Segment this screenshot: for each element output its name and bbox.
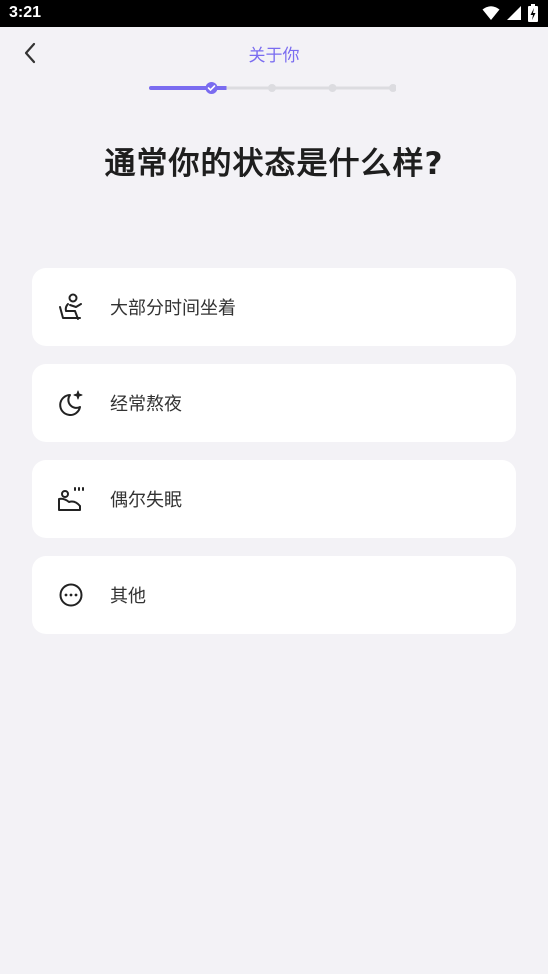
- moon-star-icon: [56, 388, 86, 418]
- step-progress: [148, 81, 396, 95]
- question-heading: 通常你的状态是什么样?: [104, 146, 444, 182]
- options-list: 大部分时间坐着 经常熬夜 偶尔失眠 其他: [32, 268, 516, 652]
- option-mostly-sitting[interactable]: 大部分时间坐着: [32, 268, 516, 346]
- option-label: 经常熬夜: [110, 394, 182, 415]
- page-title: 关于你: [248, 46, 300, 66]
- option-label: 其他: [110, 586, 146, 607]
- sleeping-bed-icon: [56, 484, 86, 514]
- option-stay-up-late[interactable]: 经常熬夜: [32, 364, 516, 442]
- progress-step-pending: [389, 84, 396, 92]
- option-occasional-insomnia[interactable]: 偶尔失眠: [32, 460, 516, 538]
- option-label: 大部分时间坐着: [110, 298, 236, 319]
- status-bar: 3:21: [0, 0, 548, 27]
- header: 关于你: [0, 27, 548, 83]
- signal-icon: [507, 6, 521, 20]
- option-label: 偶尔失眠: [110, 490, 182, 511]
- progress-step-pending: [328, 84, 337, 92]
- wifi-icon: [482, 6, 500, 20]
- status-time: 3:21: [9, 4, 42, 21]
- battery-icon: [528, 4, 538, 22]
- sitting-person-icon: [56, 292, 86, 322]
- status-icons: [482, 4, 538, 22]
- progress-step-done: [205, 82, 218, 94]
- progress-step-pending: [268, 84, 276, 92]
- more-dots-icon: [56, 580, 86, 610]
- option-other[interactable]: 其他: [32, 556, 516, 634]
